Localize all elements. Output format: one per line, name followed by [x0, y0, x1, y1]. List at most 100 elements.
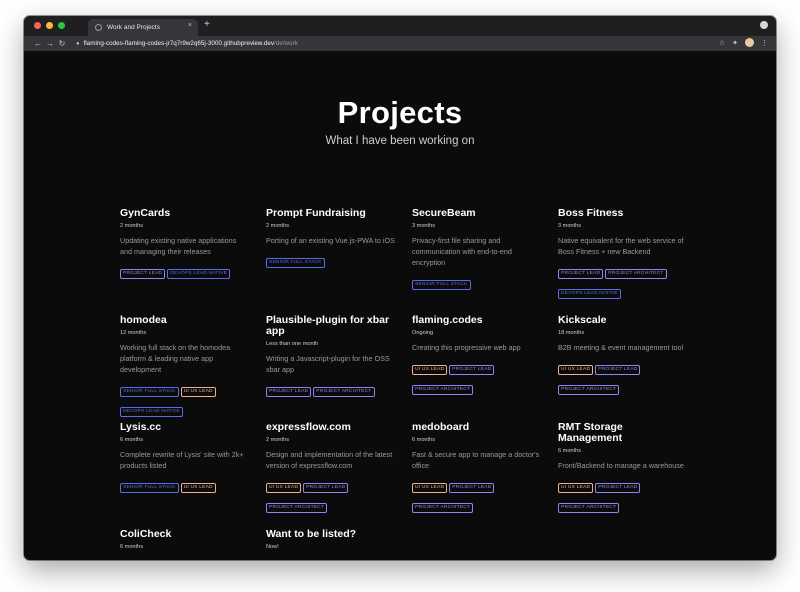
address-bar[interactable]: flaming-codes-flaming-codes-jr7q7r9w2q65…: [84, 40, 298, 47]
role-tag: DEVOPS LEAD NATIVE: [120, 407, 183, 417]
project-duration: Less than one month: [266, 341, 319, 347]
project-title: GynCards: [120, 207, 171, 219]
reload-button[interactable]: ↻: [56, 39, 68, 48]
project-card[interactable]: GynCards 2 months Updating existing native…: [120, 208, 250, 281]
role-tag: PROJECT ARCHITECT: [412, 503, 474, 513]
project-card[interactable]: homodea 12 months Working full stack on th…: [120, 315, 250, 419]
role-tag: UI UX LEAD: [180, 483, 216, 493]
project-duration: 2 months: [266, 223, 290, 229]
url-host: flaming-codes-flaming-codes-jr7q7r9w2q65…: [83, 40, 275, 47]
project-duration: Now!: [266, 544, 279, 550]
role-tag: UI UX LEAD: [558, 483, 594, 493]
project-description: Front/Backend to manage a warehouse: [558, 461, 684, 470]
role-tag: UI UX LEAD: [412, 365, 448, 375]
role-tag: SENIOR FULL STACK: [120, 483, 179, 493]
project-card[interactable]: Plausible-plugin for xbar app Less than o…: [266, 315, 396, 399]
role-tag: PROJECT LEAD: [449, 483, 495, 493]
project-title: Prompt Fundraising: [266, 207, 366, 219]
browser-toolbar: ← → ↻ ● flaming-codes-flaming-codes-jr7q…: [24, 36, 776, 51]
project-title: Kickscale: [558, 314, 607, 326]
project-title: Plausible-plugin for xbar app: [266, 314, 390, 337]
project-tags: UI UX LEAD PROJECT LEAD PROJECT ARCHITECT: [558, 475, 688, 515]
role-tag: SENIOR FULL STACK: [266, 258, 325, 268]
role-tag: PROJECT LEAD: [449, 365, 495, 375]
tab-strip: Work and Projects × +: [24, 16, 776, 36]
project-title: flaming.codes: [412, 314, 483, 326]
role-tag: UI UX LEAD: [266, 483, 302, 493]
globe-icon: [95, 24, 102, 31]
project-duration: 6 months: [120, 437, 144, 443]
role-tag: UI UX LEAD: [412, 483, 448, 493]
role-tag: PROJECT ARCHITECT: [558, 503, 620, 513]
project-duration: 3 months: [412, 223, 436, 229]
project-description: Porting of an existing Vue.js-PWA to iOS: [266, 236, 395, 245]
project-card[interactable]: Want to be listed? Now!: [266, 529, 396, 551]
project-duration: 3 months: [558, 223, 582, 229]
project-description: Working full stack on the homodea platfo…: [120, 343, 231, 374]
project-card[interactable]: Kickscale 18 months B2B meeting & event ma…: [558, 315, 688, 397]
role-tag: SENIOR FULL STACK: [120, 387, 179, 397]
project-card[interactable]: SecureBeam 3 months Privacy-first file sha…: [412, 208, 542, 292]
tab-title: Work and Projects: [107, 24, 160, 31]
url-path: /de/work: [274, 40, 298, 47]
project-description: Native equivalent for the web service of…: [558, 236, 684, 256]
role-tag: PROJECT LEAD: [120, 269, 166, 279]
project-card[interactable]: Lysis.cc 6 months Complete rewrite of Lysi…: [120, 422, 250, 495]
role-tag: UI UX LEAD: [558, 365, 594, 375]
role-tag: PROJECT LEAD: [266, 387, 312, 397]
project-card[interactable]: expressflow.com 2 months Design and implem…: [266, 422, 396, 515]
back-button[interactable]: ←: [32, 39, 44, 48]
role-tag: PROJECT LEAD: [595, 365, 641, 375]
project-title: RMT Storage Management: [558, 421, 623, 444]
tab-search-icon[interactable]: [760, 21, 768, 29]
lock-icon[interactable]: ●: [76, 41, 80, 47]
browser-menu-icon[interactable]: ⋮: [761, 39, 768, 47]
project-card[interactable]: Prompt Fundraising 2 months Porting of an …: [266, 208, 396, 270]
project-duration: 6 months: [412, 437, 436, 443]
role-tag: PROJECT ARCHITECT: [266, 503, 328, 513]
project-tags: SENIOR FULL STACK UI UX LEAD DEVOPS LEAD N…: [120, 379, 250, 419]
project-tags: SENIOR FULL STACK: [412, 272, 542, 292]
page-title: Projects: [337, 95, 463, 130]
close-window-button[interactable]: [34, 22, 41, 29]
project-tags: PROJECT LEAD PROJECT ARCHITECT: [266, 379, 396, 399]
project-card[interactable]: Boss Fitness 3 months Native equivalent fo…: [558, 208, 688, 301]
project-title: expressflow.com: [266, 421, 351, 433]
bookmark-star-icon[interactable]: ☆: [719, 39, 725, 47]
role-tag: PROJECT LEAD: [558, 269, 604, 279]
browser-window: Work and Projects × + ← → ↻ ● flaming-co…: [24, 16, 776, 560]
project-description: Fast & secure app to manage a doctor's o…: [412, 450, 540, 470]
project-card[interactable]: ColiCheck 6 months: [120, 529, 250, 551]
role-tag: DEVOPS LEAD NATIVE: [167, 269, 231, 279]
role-tag: PROJECT LEAD: [303, 483, 349, 493]
maximize-window-button[interactable]: [58, 22, 65, 29]
project-title: Boss Fitness: [558, 207, 624, 219]
forward-button[interactable]: →: [44, 39, 56, 48]
role-tag: PROJECT ARCHITECT: [558, 385, 620, 395]
project-duration: 6 months: [558, 448, 582, 454]
toolbar-actions: ☆ ✦ ⋮: [719, 38, 768, 47]
project-tags: UI UX LEAD PROJECT LEAD PROJECT ARCHITECT: [412, 357, 542, 397]
tab-work-and-projects[interactable]: Work and Projects ×: [88, 19, 198, 36]
project-duration: 18 months: [558, 330, 585, 336]
page-content: Projects What I have been working on Gyn…: [24, 51, 776, 560]
extensions-icon[interactable]: ✦: [732, 39, 738, 47]
project-description: Updating existing native applications an…: [120, 236, 237, 256]
project-title: medoboard: [412, 421, 470, 433]
project-duration: 12 months: [120, 330, 147, 336]
project-description: B2B meeting & event management tool: [558, 343, 684, 352]
project-card[interactable]: medoboard 6 months Fast & secure app to ma…: [412, 422, 542, 515]
minimize-window-button[interactable]: [46, 22, 53, 29]
project-duration: 6 months: [120, 544, 144, 550]
page-subtitle: What I have been working on: [325, 135, 475, 147]
project-card[interactable]: RMT Storage Management 6 months Front/Back…: [558, 422, 688, 515]
project-title: Lysis.cc: [120, 421, 162, 433]
tab-close-icon[interactable]: ×: [188, 22, 192, 29]
project-card[interactable]: flaming.codes Ongoing Creating this progre…: [412, 315, 542, 397]
role-tag: SENIOR FULL STACK: [412, 280, 471, 290]
role-tag: PROJECT ARCHITECT: [605, 269, 667, 279]
role-tag: PROJECT ARCHITECT: [313, 387, 375, 397]
role-tag: PROJECT ARCHITECT: [412, 385, 474, 395]
new-tab-button[interactable]: +: [204, 19, 210, 31]
profile-avatar[interactable]: [745, 38, 754, 47]
